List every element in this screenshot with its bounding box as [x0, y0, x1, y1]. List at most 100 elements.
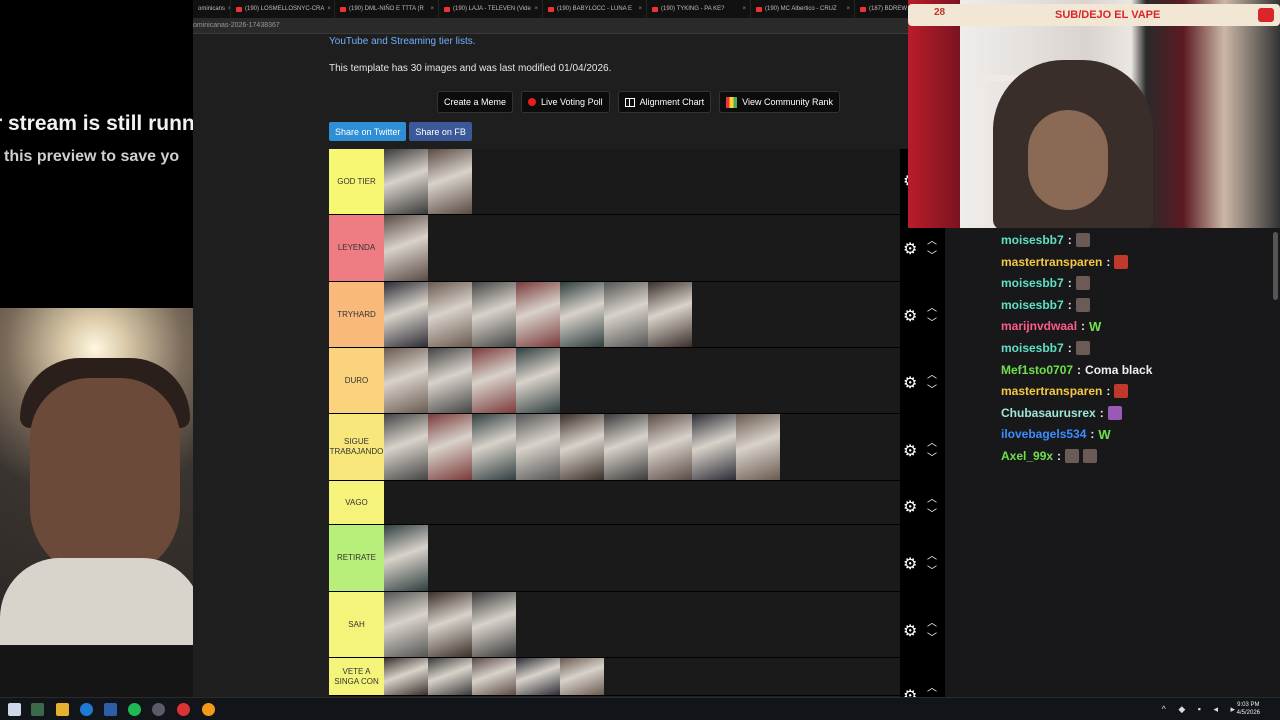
tier-item-image[interactable]	[472, 414, 516, 480]
chat-username[interactable]: Axel_99x	[1001, 449, 1053, 463]
tier-item-image[interactable]	[428, 149, 472, 214]
chevron-up-icon[interactable]: ︿	[927, 439, 937, 449]
intro-link[interactable]: YouTube and Streaming tier lists.	[329, 36, 476, 47]
taskbar-clock[interactable]: 9:03 PM 4/5/2026	[1237, 701, 1260, 717]
tier-item-image[interactable]	[516, 282, 560, 347]
tier-item-image[interactable]	[384, 215, 428, 281]
chrome-icon[interactable]	[177, 703, 190, 716]
tier-item-image[interactable]	[428, 658, 472, 695]
tier-item-image[interactable]	[560, 282, 604, 347]
chevron-down-icon[interactable]: ﹀	[927, 567, 937, 577]
browser-tab[interactable]: (190) MC Albertico - CRUZ ×	[751, 0, 855, 18]
browser-tab[interactable]: (187) BDREW×	[855, 0, 908, 18]
store-icon[interactable]	[104, 703, 117, 716]
chat-username[interactable]: moisesbb7	[1001, 233, 1064, 247]
chat-username[interactable]: Mef1sto0707	[1001, 363, 1073, 377]
share-twitter-button[interactable]: Share on Twitter	[329, 122, 407, 141]
browser-tab[interactable]: (190) DML-NIÑO E TTTA (R ×	[335, 0, 439, 18]
app-icon[interactable]	[31, 703, 44, 716]
tier-item-image[interactable]	[736, 414, 780, 480]
gear-icon[interactable]: ⚙	[903, 557, 919, 573]
chevron-down-icon[interactable]: ﹀	[927, 319, 937, 329]
tier-item-image[interactable]	[472, 592, 516, 657]
chevron-up-icon[interactable]: ︿	[927, 237, 937, 247]
browser-tab[interactable]: ominicans×	[193, 0, 231, 18]
chevron-down-icon[interactable]: ﹀	[927, 634, 937, 644]
tier-label[interactable]: TRYHARD	[329, 282, 384, 347]
close-icon[interactable]: ×	[430, 6, 434, 12]
tier-label[interactable]: GOD TIER	[329, 149, 384, 214]
tier-item-image[interactable]	[384, 348, 428, 413]
close-icon[interactable]: ×	[638, 6, 642, 12]
chat-username[interactable]: moisesbb7	[1001, 298, 1064, 312]
chat-username[interactable]: moisesbb7	[1001, 341, 1064, 355]
gear-icon[interactable]: ⚙	[903, 624, 919, 640]
app-orange-icon[interactable]	[202, 703, 215, 716]
system-tray-icons[interactable]: ^ ◆ ▪ ◂ ▸	[1162, 704, 1240, 715]
tier-item-image[interactable]	[604, 414, 648, 480]
tier-item-image[interactable]	[384, 592, 428, 657]
alignment-chart-button[interactable]: Alignment Chart	[617, 91, 712, 113]
folder-icon[interactable]	[56, 703, 69, 716]
chat-username[interactable]: marijnvdwaal	[1001, 319, 1077, 333]
live-voting-poll-button[interactable]: Live Voting Poll	[521, 91, 610, 113]
tier-label[interactable]: SAH	[329, 592, 384, 657]
chevron-down-icon[interactable]: ﹀	[927, 252, 937, 262]
browser-tab[interactable]: (190) BABYLOCC - LUNA E ×	[543, 0, 647, 18]
edge-icon[interactable]	[80, 703, 93, 716]
tier-item-image[interactable]	[560, 658, 604, 695]
tier-item-image[interactable]	[472, 282, 516, 347]
close-icon[interactable]: ×	[742, 6, 746, 12]
tier-item-image[interactable]	[472, 348, 516, 413]
tier-item-image[interactable]	[604, 282, 648, 347]
tier-item-image[interactable]	[516, 414, 560, 480]
gear-icon[interactable]: ⚙	[903, 500, 919, 516]
chevron-up-icon[interactable]: ︿	[927, 552, 937, 562]
tier-item-image[interactable]	[428, 348, 472, 413]
tier-item-image[interactable]	[428, 592, 472, 657]
tier-item-image[interactable]	[648, 282, 692, 347]
tier-item-image[interactable]	[692, 414, 736, 480]
tier-item-image[interactable]	[472, 658, 516, 695]
share-fb-button[interactable]: Share on FB	[409, 122, 472, 141]
obs-icon[interactable]	[152, 703, 165, 716]
chat-username[interactable]: mastertransparen	[1001, 384, 1102, 398]
tier-item-image[interactable]	[428, 282, 472, 347]
create-meme-button[interactable]: Create a Meme	[437, 91, 514, 113]
tier-item-image[interactable]	[516, 658, 560, 695]
gear-icon[interactable]: ⚙	[903, 242, 919, 258]
chat-username[interactable]: mastertransparen	[1001, 255, 1102, 269]
chevron-down-icon[interactable]: ﹀	[927, 386, 937, 396]
chat-username[interactable]: Chubasaurusrex	[1001, 406, 1096, 420]
close-icon[interactable]: ×	[534, 6, 538, 12]
chevron-up-icon[interactable]: ︿	[927, 684, 937, 694]
gear-icon[interactable]: ⚙	[903, 309, 919, 325]
spotify-icon[interactable]	[128, 703, 141, 716]
chevron-down-icon[interactable]: ﹀	[927, 454, 937, 464]
chat-scrollbar[interactable]	[1273, 232, 1278, 300]
tier-item-image[interactable]	[384, 282, 428, 347]
chevron-up-icon[interactable]: ︿	[927, 304, 937, 314]
tier-item-image[interactable]	[384, 414, 428, 480]
tier-item-image[interactable]	[516, 348, 560, 413]
tier-label[interactable]: SIGUE TRABAJANDO	[329, 414, 384, 480]
browser-tab[interactable]: (190) LAJA - TELEVEN (Vide ×	[439, 0, 543, 18]
url-bar[interactable]: ominicanas-2026-17438367	[193, 18, 908, 34]
close-icon[interactable]: ×	[846, 6, 850, 12]
community-rank-button[interactable]: View Community Rank	[719, 91, 840, 113]
tier-label[interactable]: DURO	[329, 348, 384, 413]
gear-icon[interactable]: ⚙	[903, 444, 919, 460]
chat-username[interactable]: moisesbb7	[1001, 276, 1064, 290]
tier-label[interactable]: RETIRATE	[329, 525, 384, 591]
chevron-down-icon[interactable]: ﹀	[927, 510, 937, 520]
tier-label[interactable]: VAGO	[329, 481, 384, 524]
windows-start-icon[interactable]	[8, 703, 21, 716]
close-icon[interactable]: ×	[327, 6, 331, 12]
tier-item-image[interactable]	[428, 414, 472, 480]
tier-item-image[interactable]	[384, 149, 428, 214]
chat-username[interactable]: ilovebagels534	[1001, 427, 1086, 441]
chevron-up-icon[interactable]: ︿	[927, 495, 937, 505]
tier-label[interactable]: LEYENDA	[329, 215, 384, 281]
tier-item-image[interactable]	[648, 414, 692, 480]
tier-item-image[interactable]	[384, 525, 428, 591]
